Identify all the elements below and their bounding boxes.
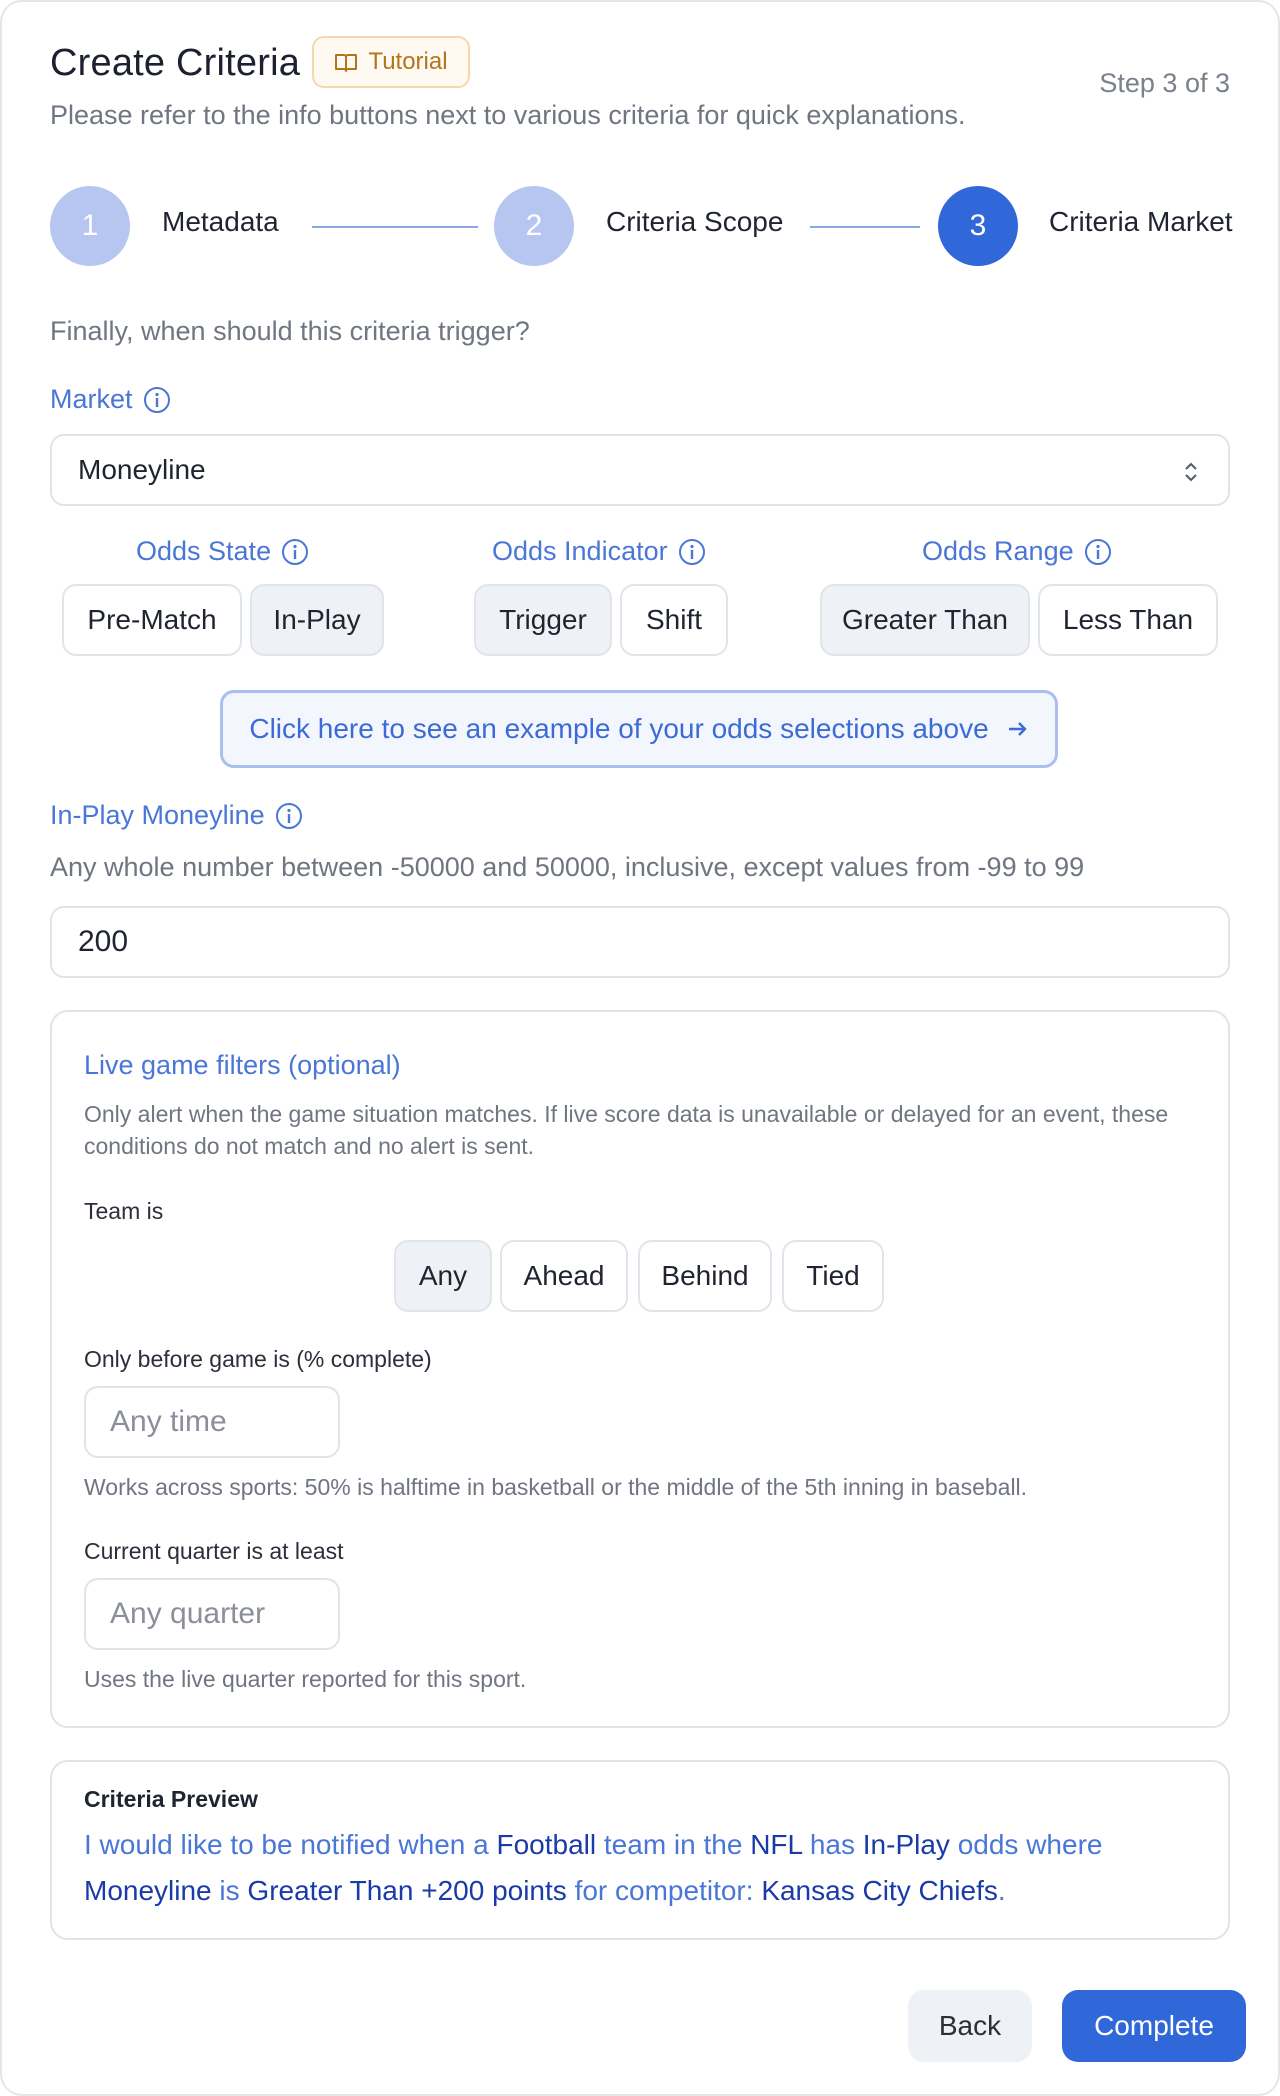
team-option-any[interactable]: Any [394,1240,492,1312]
moneyline-input[interactable]: 200 [50,906,1230,978]
info-icon[interactable] [281,538,309,566]
step-3-circle[interactable]: 3 [938,186,1018,266]
quarter-hint: Uses the live quarter reported for this … [84,1666,527,1692]
preview-sport: Football [496,1829,597,1860]
tutorial-button[interactable]: Tutorial [312,36,470,88]
market-label: Market [50,384,171,415]
step-connector-1 [312,226,478,228]
criteria-preview-text: I would like to be notified when a Footb… [84,1822,1204,1914]
odds-indicator-trigger[interactable]: Trigger [474,584,612,656]
team-option-tied[interactable]: Tied [782,1240,884,1312]
step-1-label: Metadata [162,206,279,237]
moneyline-hint: Any whole number between -50000 and 5000… [50,852,1085,882]
step-3-label: Criteria Market [1049,206,1233,237]
preview-range: Greater Than +200 points [247,1875,567,1906]
info-icon[interactable] [678,538,706,566]
odds-range-less-than[interactable]: Less Than [1038,584,1218,656]
back-button[interactable]: Back [908,1990,1032,2062]
odds-range-greater-than[interactable]: Greater Than [820,584,1030,656]
odds-state-in-play[interactable]: In-Play [250,584,384,656]
quarter-label: Current quarter is at least [84,1538,344,1564]
market-select-value: Moneyline [78,454,206,485]
odds-indicator-label-text: Odds Indicator [492,536,668,566]
preview-text-4: odds where [949,1829,1103,1860]
quarter-input[interactable]: Any quarter [84,1578,340,1650]
live-filters-title: Live game filters (optional) [84,1050,401,1080]
preview-text-1: I would like to be notified when a [84,1829,497,1860]
odds-range-label: Odds Range [922,536,1112,567]
before-game-hint: Works across sports: 50% is halftime in … [84,1474,1028,1500]
odds-indicator-shift[interactable]: Shift [620,584,728,656]
market-select[interactable]: Moneyline [50,434,1230,506]
odds-state-label: Odds State [136,536,309,567]
info-icon[interactable] [1084,538,1112,566]
step-connector-2 [810,226,920,228]
odds-state-pre-match[interactable]: Pre-Match [62,584,242,656]
step-2-circle[interactable]: 2 [494,186,574,266]
complete-button[interactable]: Complete [1062,1990,1246,2062]
odds-indicator-label: Odds Indicator [492,536,706,567]
preview-market: Moneyline [84,1875,212,1906]
preview-text-7: . [997,1875,1006,1906]
tutorial-label: Tutorial [368,48,448,75]
info-icon[interactable] [143,386,171,414]
moneyline-label: In-Play Moneyline [50,800,303,831]
example-odds-button[interactable]: Click here to see an example of your odd… [220,690,1058,768]
example-odds-label: Click here to see an example of your odd… [249,713,989,744]
step-indicator: Step 3 of 3 [1099,68,1230,98]
info-icon[interactable] [275,802,303,830]
odds-range-label-text: Odds Range [922,536,1074,566]
step-2-label: Criteria Scope [606,206,784,237]
preview-league: NFL [750,1829,803,1860]
market-label-text: Market [50,384,133,414]
chevron-up-down-icon [1185,462,1197,482]
live-filters-description: Only alert when the game situation match… [84,1101,1169,1159]
preview-text-6: for competitor: [566,1875,762,1906]
step-1-circle[interactable]: 1 [50,186,130,266]
page-title: Create Criteria [50,42,301,84]
moneyline-label-text: In-Play Moneyline [50,800,265,830]
trigger-question: Finally, when should this criteria trigg… [50,316,530,346]
arrow-right-icon [1008,722,1027,736]
page-subtitle: Please refer to the info buttons next to… [50,100,966,130]
preview-text-3: has [802,1829,863,1860]
odds-state-label-text: Odds State [136,536,272,566]
book-icon [335,54,358,72]
preview-state: In-Play [862,1829,950,1860]
criteria-preview-title: Criteria Preview [84,1786,258,1812]
team-option-behind[interactable]: Behind [638,1240,772,1312]
preview-text-2: team in the [596,1829,751,1860]
preview-text-5: is [211,1875,248,1906]
before-game-input[interactable]: Any time [84,1386,340,1458]
preview-competitor: Kansas City Chiefs [761,1875,998,1906]
before-game-label: Only before game is (% complete) [84,1346,432,1372]
team-is-label: Team is [84,1198,164,1224]
team-option-ahead[interactable]: Ahead [500,1240,628,1312]
